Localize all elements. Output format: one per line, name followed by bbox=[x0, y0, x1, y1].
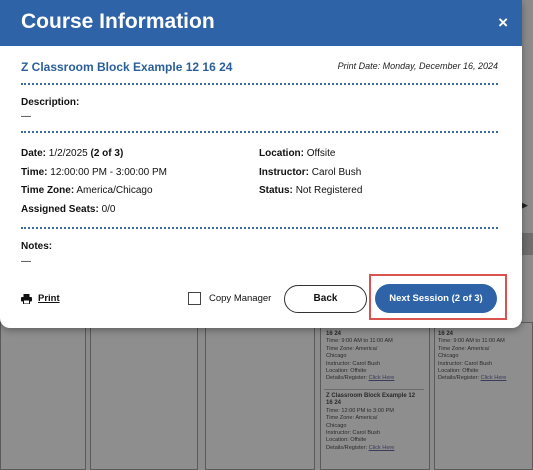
calendar-day-cell bbox=[0, 322, 86, 470]
event-register-link[interactable]: Click Here bbox=[369, 375, 395, 381]
modal-header: Course Information × bbox=[0, 0, 522, 46]
copy-manager-checkbox[interactable] bbox=[188, 292, 201, 305]
date-value: 1/2/2025 bbox=[48, 148, 88, 159]
event-location: Location: Offsite bbox=[326, 437, 367, 444]
timezone-row: Time Zone: America/Chicago bbox=[21, 185, 153, 196]
seats-value: 0/0 bbox=[101, 204, 116, 215]
instructor-row: Instructor: Carol Bush bbox=[259, 167, 361, 178]
event-time: Time: 9:00 AM to 11:00 AM bbox=[438, 338, 505, 345]
status-row: Status: Not Registered bbox=[259, 185, 362, 196]
print-date: Print Date: Monday, December 16, 2024 bbox=[337, 61, 498, 71]
seats-label: Assigned Seats: bbox=[21, 204, 99, 215]
dotted-divider bbox=[21, 83, 498, 85]
modal-title: Course Information bbox=[21, 10, 215, 33]
printer-icon bbox=[21, 293, 32, 304]
date-session: (2 of 3) bbox=[90, 148, 124, 159]
event-details-label: Details/Register: bbox=[326, 444, 368, 451]
description-value: — bbox=[21, 111, 31, 122]
notes-value: — bbox=[21, 256, 31, 267]
back-button[interactable]: Back bbox=[284, 285, 367, 313]
calendar-event[interactable]: 16 24 Time: 9:00 AM to 11:00 AM Time Zon… bbox=[438, 331, 506, 383]
location-row: Location: Offsite bbox=[259, 148, 336, 159]
instructor-value: Carol Bush bbox=[311, 167, 362, 178]
event-timezone-cont: Chicago bbox=[326, 422, 347, 429]
calendar-day-cell bbox=[205, 322, 315, 470]
date-label: Date: bbox=[21, 148, 47, 159]
course-name: Z Classroom Block Example 12 16 24 bbox=[21, 60, 233, 74]
event-instructor: Instructor: Carol Bush bbox=[326, 430, 381, 437]
calendar-event[interactable]: 16 24 Time: 9:00 AM to 11:00 AM Time Zon… bbox=[326, 331, 394, 383]
copy-manager-option[interactable]: Copy Manager bbox=[188, 292, 271, 305]
instructor-label: Instructor: bbox=[259, 167, 309, 178]
status-value: Not Registered bbox=[295, 185, 363, 196]
location-value: Offsite bbox=[306, 148, 336, 159]
event-instructor: Instructor: Carol Bush bbox=[326, 360, 381, 367]
calendar-day-cell bbox=[90, 322, 198, 470]
time-value: 12:00:00 PM - 3:00:00 PM bbox=[50, 167, 168, 178]
event-register-link[interactable]: Click Here bbox=[481, 375, 507, 381]
seats-row: Assigned Seats: 0/0 bbox=[21, 204, 116, 215]
timezone-value: America/Chicago bbox=[76, 185, 153, 196]
event-divider bbox=[324, 389, 424, 390]
status-label: Status: bbox=[259, 185, 293, 196]
event-details-label: Details/Register: bbox=[438, 375, 480, 382]
print-label: Print bbox=[38, 293, 60, 304]
dotted-divider bbox=[21, 227, 498, 229]
event-location: Location: Offsite bbox=[438, 368, 479, 375]
course-information-modal: Course Information × Z Classroom Block E… bbox=[0, 0, 522, 328]
event-timezone-cont: Chicago bbox=[326, 353, 347, 360]
close-icon[interactable]: × bbox=[498, 13, 508, 33]
event-title: 16 24 bbox=[438, 331, 454, 337]
description-label: Description: bbox=[21, 97, 80, 108]
event-details-label: Details/Register: bbox=[326, 375, 368, 382]
calendar-event[interactable]: Z Classroom Block Example 12 16 24 Time:… bbox=[326, 393, 415, 452]
event-timezone: Time Zone: America/ bbox=[438, 345, 490, 352]
next-session-button[interactable]: Next Session (2 of 3) bbox=[375, 284, 497, 313]
event-time: Time: 12:00 PM to 3:00 PM bbox=[326, 407, 394, 414]
location-label: Location: bbox=[259, 148, 304, 159]
print-link[interactable]: Print bbox=[21, 293, 60, 304]
event-title: 16 24 bbox=[326, 331, 342, 337]
time-label: Time: bbox=[21, 167, 48, 178]
event-timezone: Time Zone: America/ bbox=[326, 415, 378, 422]
timezone-label: Time Zone: bbox=[21, 185, 75, 196]
notes-label: Notes: bbox=[21, 241, 53, 252]
copy-manager-label: Copy Manager bbox=[209, 293, 272, 304]
event-timezone: Time Zone: America/ bbox=[326, 345, 378, 352]
event-time: Time: 9:00 AM to 11:00 AM bbox=[326, 338, 393, 345]
dotted-divider bbox=[21, 131, 498, 133]
event-title-cont: 16 24 bbox=[326, 400, 342, 407]
event-timezone-cont: Chicago bbox=[438, 353, 459, 360]
date-row: Date: 1/2/2025 (2 of 3) bbox=[21, 148, 123, 159]
event-title: Z Classroom Block Example 12 bbox=[326, 393, 416, 399]
event-location: Location: Offsite bbox=[326, 368, 367, 375]
time-row: Time: 12:00:00 PM - 3:00:00 PM bbox=[21, 167, 167, 178]
calendar-next-arrow-icon[interactable]: ▶ bbox=[521, 200, 528, 211]
event-register-link[interactable]: Click Here bbox=[369, 445, 395, 451]
event-instructor: Instructor: Carol Bush bbox=[438, 360, 493, 367]
